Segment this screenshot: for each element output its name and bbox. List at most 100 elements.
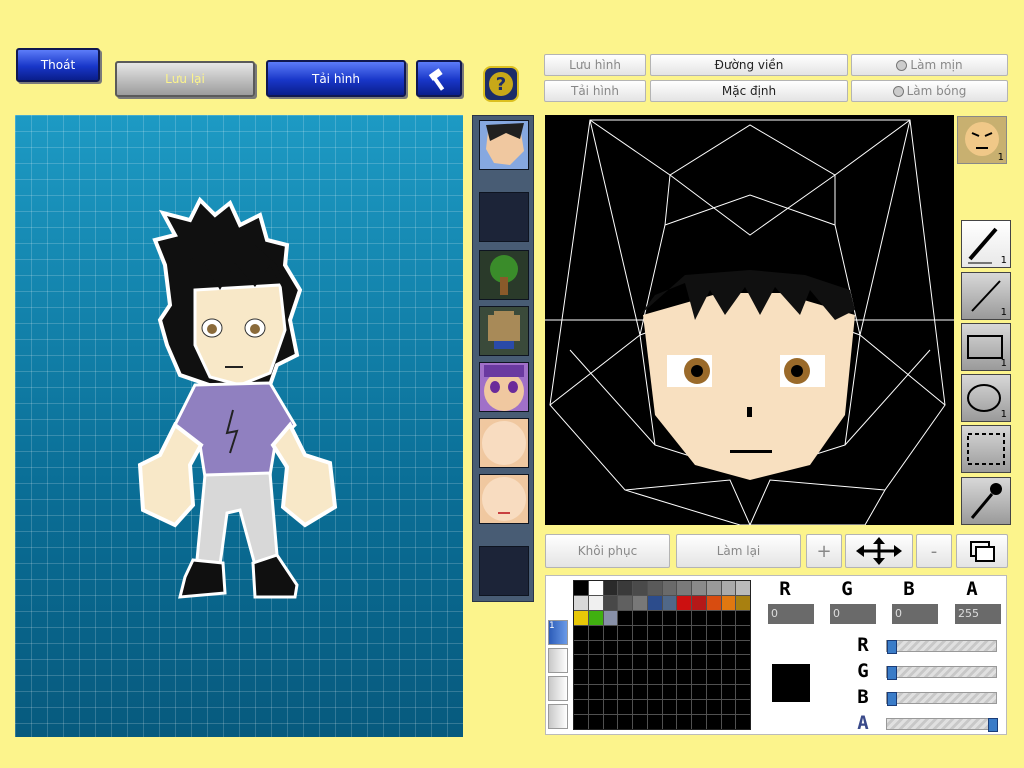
- smooth-option[interactable]: Làm mịn: [851, 54, 1008, 76]
- palette-swatch[interactable]: [647, 625, 662, 640]
- blue-value-field[interactable]: 0: [892, 604, 938, 624]
- palette-swatch[interactable]: [647, 715, 662, 729]
- zoom-out-button[interactable]: -: [916, 534, 952, 568]
- palette-swatch[interactable]: [574, 685, 588, 700]
- palette-swatch[interactable]: [662, 625, 677, 640]
- palette-swatch[interactable]: [574, 640, 588, 655]
- hammer-button[interactable]: [416, 60, 462, 97]
- part-slot-eyes[interactable]: [479, 362, 529, 412]
- palette-grid[interactable]: [573, 580, 751, 730]
- palette-swatch[interactable]: [736, 685, 750, 700]
- palette-swatch[interactable]: [736, 640, 750, 655]
- palette-swatch[interactable]: [618, 625, 632, 640]
- palette-swatch[interactable]: [662, 700, 677, 715]
- palette-swatch[interactable]: [633, 670, 647, 685]
- shade-option[interactable]: Làm bóng: [851, 80, 1008, 102]
- pen-tool[interactable]: 1: [961, 220, 1011, 268]
- palette-swatch[interactable]: [677, 610, 691, 625]
- palette-swatch[interactable]: [692, 670, 706, 685]
- palette-swatch[interactable]: [588, 670, 603, 685]
- palette-swatch[interactable]: [647, 595, 662, 610]
- palette-swatch[interactable]: [603, 610, 618, 625]
- line-tool[interactable]: 1: [961, 272, 1011, 320]
- palette-swatch[interactable]: [692, 640, 706, 655]
- alpha-value-field[interactable]: 255: [955, 604, 1001, 624]
- default-button[interactable]: Mặc định: [650, 80, 848, 102]
- part-slot-body[interactable]: [479, 306, 529, 356]
- palette-swatch[interactable]: [721, 610, 736, 625]
- palette-swatch[interactable]: [706, 715, 721, 729]
- palette-swatch[interactable]: [603, 715, 618, 729]
- palette-swatch[interactable]: [721, 685, 736, 700]
- eyedropper-tool[interactable]: [961, 477, 1011, 525]
- palette-swatch[interactable]: [647, 581, 662, 595]
- palette-swatch[interactable]: [574, 715, 588, 729]
- palette-swatch[interactable]: [647, 685, 662, 700]
- palette-swatch[interactable]: [721, 640, 736, 655]
- palette-swatch[interactable]: [721, 625, 736, 640]
- palette-swatch[interactable]: [588, 581, 603, 595]
- palette-swatch[interactable]: [677, 595, 691, 610]
- palette-swatch[interactable]: [692, 700, 706, 715]
- part-slot-face[interactable]: [479, 120, 529, 170]
- palette-swatch[interactable]: [736, 581, 750, 595]
- palette-swatch[interactable]: [618, 655, 632, 670]
- palette-swatch[interactable]: [588, 685, 603, 700]
- palette-swatch[interactable]: [633, 595, 647, 610]
- palette-swatch[interactable]: [721, 670, 736, 685]
- palette-swatch[interactable]: [692, 685, 706, 700]
- palette-swatch[interactable]: [662, 610, 677, 625]
- palette-swatch[interactable]: [574, 700, 588, 715]
- reload-button[interactable]: Tải hình: [266, 60, 406, 97]
- palette-swatch[interactable]: [647, 670, 662, 685]
- palette-swatch[interactable]: [618, 595, 632, 610]
- palette-swatch[interactable]: [633, 640, 647, 655]
- palette-swatch[interactable]: [692, 581, 706, 595]
- palette-swatch[interactable]: [603, 655, 618, 670]
- palette-swatch[interactable]: [588, 625, 603, 640]
- palette-swatch[interactable]: [706, 685, 721, 700]
- part-slot-empty-1[interactable]: [479, 192, 529, 242]
- palette-swatch[interactable]: [677, 655, 691, 670]
- palette-swatch[interactable]: [633, 685, 647, 700]
- exit-button[interactable]: Thoát: [16, 48, 100, 82]
- palette-swatch[interactable]: [706, 581, 721, 595]
- palette-swatch[interactable]: [721, 700, 736, 715]
- redo-button[interactable]: Làm lại: [676, 534, 801, 568]
- palette-swatch[interactable]: [618, 670, 632, 685]
- save-image-button[interactable]: Lưu hình: [544, 54, 646, 76]
- palette-swatch[interactable]: [574, 595, 588, 610]
- blue-slider-knob[interactable]: [887, 692, 897, 706]
- palette-swatch[interactable]: [706, 655, 721, 670]
- palette-swatch[interactable]: [603, 670, 618, 685]
- palette-swatch[interactable]: [574, 670, 588, 685]
- save-button[interactable]: Lưu lại: [115, 61, 255, 97]
- palette-swatch[interactable]: [736, 700, 750, 715]
- palette-swatch[interactable]: [677, 640, 691, 655]
- palette-swatch[interactable]: [706, 625, 721, 640]
- ellipse-tool[interactable]: 1: [961, 374, 1011, 422]
- palette-swatch[interactable]: [603, 625, 618, 640]
- palette-swatch[interactable]: [618, 715, 632, 729]
- palette-swatch[interactable]: [736, 655, 750, 670]
- palette-swatch[interactable]: [692, 715, 706, 729]
- alpha-slider-knob[interactable]: [988, 718, 998, 732]
- palette-swatch[interactable]: [588, 700, 603, 715]
- palette-swatch[interactable]: [603, 581, 618, 595]
- palette-swatch[interactable]: [736, 670, 750, 685]
- palette-swatch[interactable]: [647, 655, 662, 670]
- pixel-editor-canvas[interactable]: [545, 115, 954, 527]
- palette-swatch[interactable]: [677, 685, 691, 700]
- palette-swatch[interactable]: [633, 610, 647, 625]
- palette-swatch[interactable]: [677, 715, 691, 729]
- palette-swatch[interactable]: [633, 655, 647, 670]
- palette-swatch[interactable]: [633, 700, 647, 715]
- palette-tab-4[interactable]: [548, 704, 568, 729]
- palette-swatch[interactable]: [588, 655, 603, 670]
- palette-swatch[interactable]: [662, 581, 677, 595]
- palette-swatch[interactable]: [633, 625, 647, 640]
- red-value-field[interactable]: 0: [768, 604, 814, 624]
- red-slider[interactable]: [886, 640, 997, 654]
- palette-swatch[interactable]: [588, 715, 603, 729]
- part-slot-empty-2[interactable]: [479, 546, 529, 596]
